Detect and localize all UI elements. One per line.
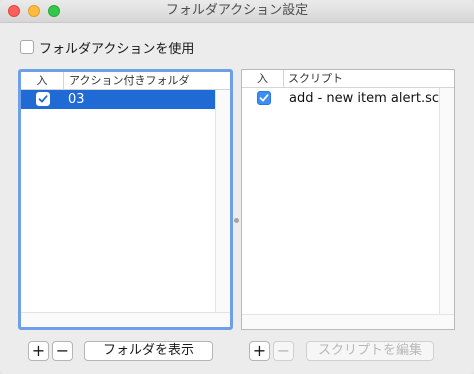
folders-table[interactable]: 入 アクション付きフォルダ 03 [18,69,233,330]
remove-script-button[interactable]: − [273,341,294,361]
folder-name: 03 [68,92,85,107]
folders-name-column-header[interactable]: アクション付きフォルダ [69,72,189,89]
show-folder-button[interactable]: フォルダを表示 [84,341,213,361]
window-title: フォルダアクション設定 [165,3,309,18]
enable-folder-actions-checkbox[interactable] [20,40,34,54]
folders-horizontal-scrollbar[interactable] [21,312,230,327]
split-view-divider[interactable] [234,218,239,223]
checkmark-icon [38,95,48,103]
enable-folder-actions-row[interactable]: フォルダアクションを使用 [20,38,194,57]
script-row[interactable]: add - new item alert.scpt [242,89,454,108]
scripts-enabled-column-header[interactable]: 入 [242,70,284,87]
scripts-table[interactable]: 入 スクリプト add - new item alert.scpt [241,69,455,330]
title-bar: フォルダアクション設定 [0,0,474,23]
scripts-table-header: 入 スクリプト [242,70,454,88]
scripts-vertical-scrollbar[interactable] [439,88,454,315]
edit-script-button[interactable]: スクリプトを編集 [306,341,434,361]
add-script-button[interactable]: + [249,341,270,361]
scripts-horizontal-scrollbar[interactable] [242,314,454,329]
script-name: add - new item alert.scpt [289,91,453,106]
add-folder-button[interactable]: + [28,341,49,361]
checkmark-icon [259,94,269,102]
folder-row[interactable]: 03 [21,90,230,109]
folders-vertical-scrollbar[interactable] [215,90,230,313]
scripts-name-column-header[interactable]: スクリプト [288,70,343,87]
folder-actions-window: フォルダアクション設定 フォルダアクションを使用 入 アクション付きフォルダ 0… [0,0,474,374]
folder-enabled-checkbox[interactable] [36,92,50,106]
remove-folder-button[interactable]: − [52,341,73,361]
folders-enabled-column-header[interactable]: 入 [21,72,64,89]
enable-folder-actions-label[interactable]: フォルダアクションを使用 [39,38,194,57]
script-enabled-checkbox[interactable] [257,91,271,105]
folders-table-header: 入 アクション付きフォルダ [21,72,230,90]
